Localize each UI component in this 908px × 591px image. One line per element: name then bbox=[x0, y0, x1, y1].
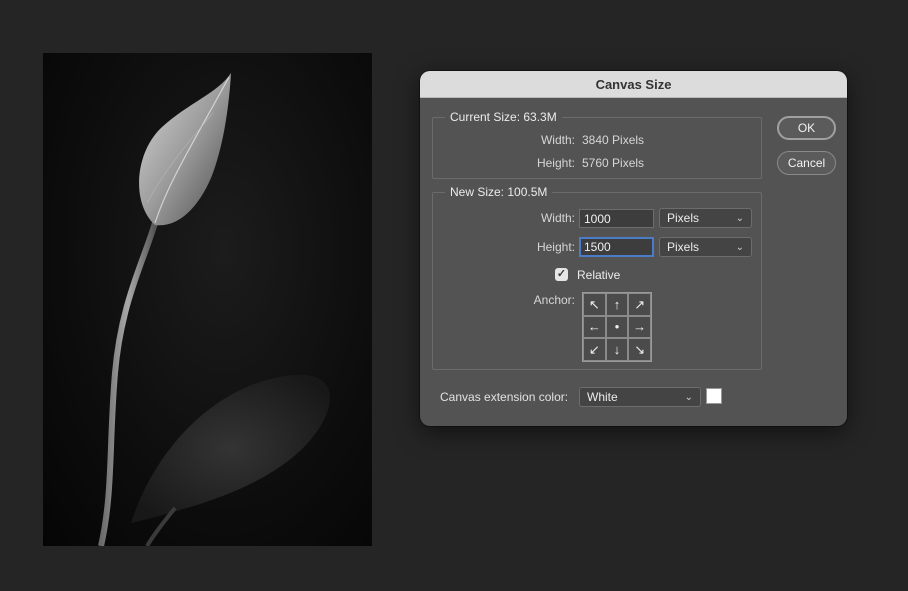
current-size-group: Current Size: 63.3M Width: 3840 Pixels H… bbox=[432, 110, 762, 179]
anchor-top-left-arrow-icon[interactable]: ↖ bbox=[583, 293, 606, 316]
extension-color-value: White bbox=[587, 390, 618, 404]
dialog-titlebar[interactable]: Canvas Size bbox=[420, 71, 847, 98]
height-unit-value: Pixels bbox=[667, 240, 700, 254]
anchor-right-arrow-icon[interactable]: → bbox=[628, 315, 651, 339]
extension-color-swatch[interactable] bbox=[706, 388, 722, 404]
new-size-legend: New Size: 100.5M bbox=[445, 185, 553, 199]
extension-color-label: Canvas extension color: bbox=[440, 390, 569, 404]
relative-label[interactable]: Relative bbox=[577, 268, 620, 282]
relative-checkbox[interactable]: ✓ bbox=[555, 268, 568, 281]
height-input[interactable] bbox=[579, 237, 654, 257]
canvas-size-dialog: Canvas Size Current Size: 63.3M Width: 3… bbox=[420, 71, 847, 426]
current-height-label: Height: bbox=[536, 156, 575, 170]
anchor-label: Anchor: bbox=[533, 293, 575, 307]
width-unit-select[interactable]: Pixels ⌄ bbox=[659, 208, 752, 228]
anchor-top-arrow-icon[interactable]: ↑ bbox=[605, 293, 629, 316]
anchor-bottom-right-arrow-icon[interactable]: ↘ bbox=[628, 338, 651, 361]
current-width-value: 3840 Pixels bbox=[582, 133, 645, 147]
current-width-label: Width: bbox=[540, 133, 575, 147]
anchor-left-arrow-icon[interactable]: ← bbox=[583, 315, 606, 339]
current-size-legend: Current Size: 63.3M bbox=[445, 110, 562, 124]
ok-button[interactable]: OK bbox=[777, 116, 836, 140]
anchor-top-right-arrow-icon[interactable]: ↗ bbox=[628, 293, 651, 316]
new-width-label: Width: bbox=[540, 211, 575, 225]
width-unit-value: Pixels bbox=[667, 211, 700, 225]
width-input[interactable] bbox=[579, 209, 654, 228]
current-height-value: 5760 Pixels bbox=[582, 156, 645, 170]
anchor-center-dot-icon[interactable]: ● bbox=[605, 315, 629, 339]
anchor-bottom-arrow-icon[interactable]: ↓ bbox=[605, 338, 629, 361]
flower-photo bbox=[98, 73, 330, 546]
cancel-button[interactable]: Cancel bbox=[777, 151, 836, 175]
height-unit-select[interactable]: Pixels ⌄ bbox=[659, 237, 752, 257]
chevron-down-icon: ⌄ bbox=[735, 241, 744, 253]
anchor-grid: ↖ ↑ ↗ ← ● → ↙ ↓ ↘ bbox=[582, 292, 652, 362]
extension-color-select[interactable]: White ⌄ bbox=[579, 387, 701, 407]
anchor-bottom-left-arrow-icon[interactable]: ↙ bbox=[583, 338, 606, 361]
chevron-down-icon: ⌄ bbox=[684, 391, 693, 403]
chevron-down-icon: ⌄ bbox=[735, 212, 744, 224]
document-canvas-image bbox=[43, 53, 372, 546]
dialog-title: Canvas Size bbox=[595, 76, 672, 92]
new-height-label: Height: bbox=[536, 240, 575, 254]
